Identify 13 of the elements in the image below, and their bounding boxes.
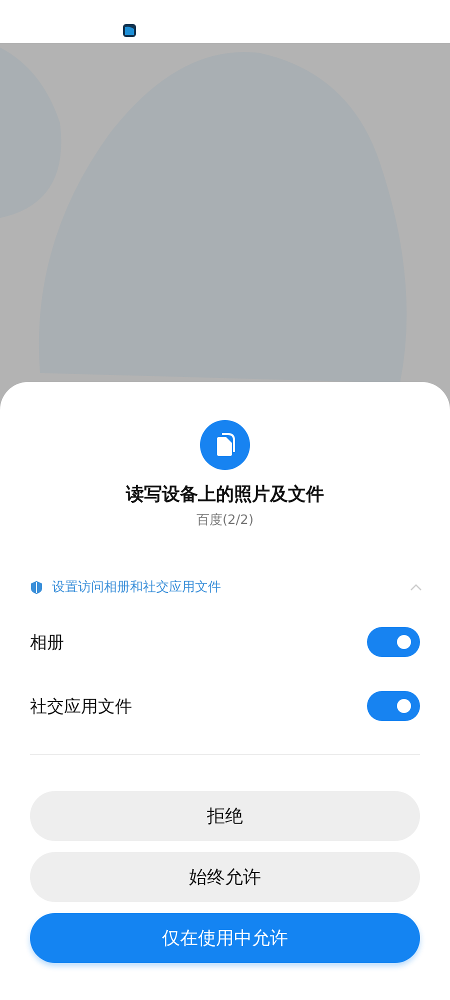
permission-label: 相册: [30, 632, 64, 654]
section-label: 设置访问相册和社交应用文件: [52, 579, 222, 596]
shield-icon: [30, 580, 43, 594]
dialog-button[interactable]: 拒绝: [30, 791, 420, 841]
toggle-switch[interactable]: [367, 691, 420, 721]
dialog-subtitle: 百度(2/2): [196, 512, 254, 529]
dialog-button[interactable]: 始终允许: [30, 852, 420, 902]
document-icon: [200, 420, 250, 470]
app-icon: [123, 24, 136, 37]
permission-label: 社交应用文件: [30, 696, 132, 718]
dialog-title: 读写设备上的照片及文件: [126, 483, 324, 506]
toggle-switch[interactable]: [367, 627, 420, 657]
allow-while-using-button[interactable]: 仅在使用中允许: [30, 913, 420, 963]
